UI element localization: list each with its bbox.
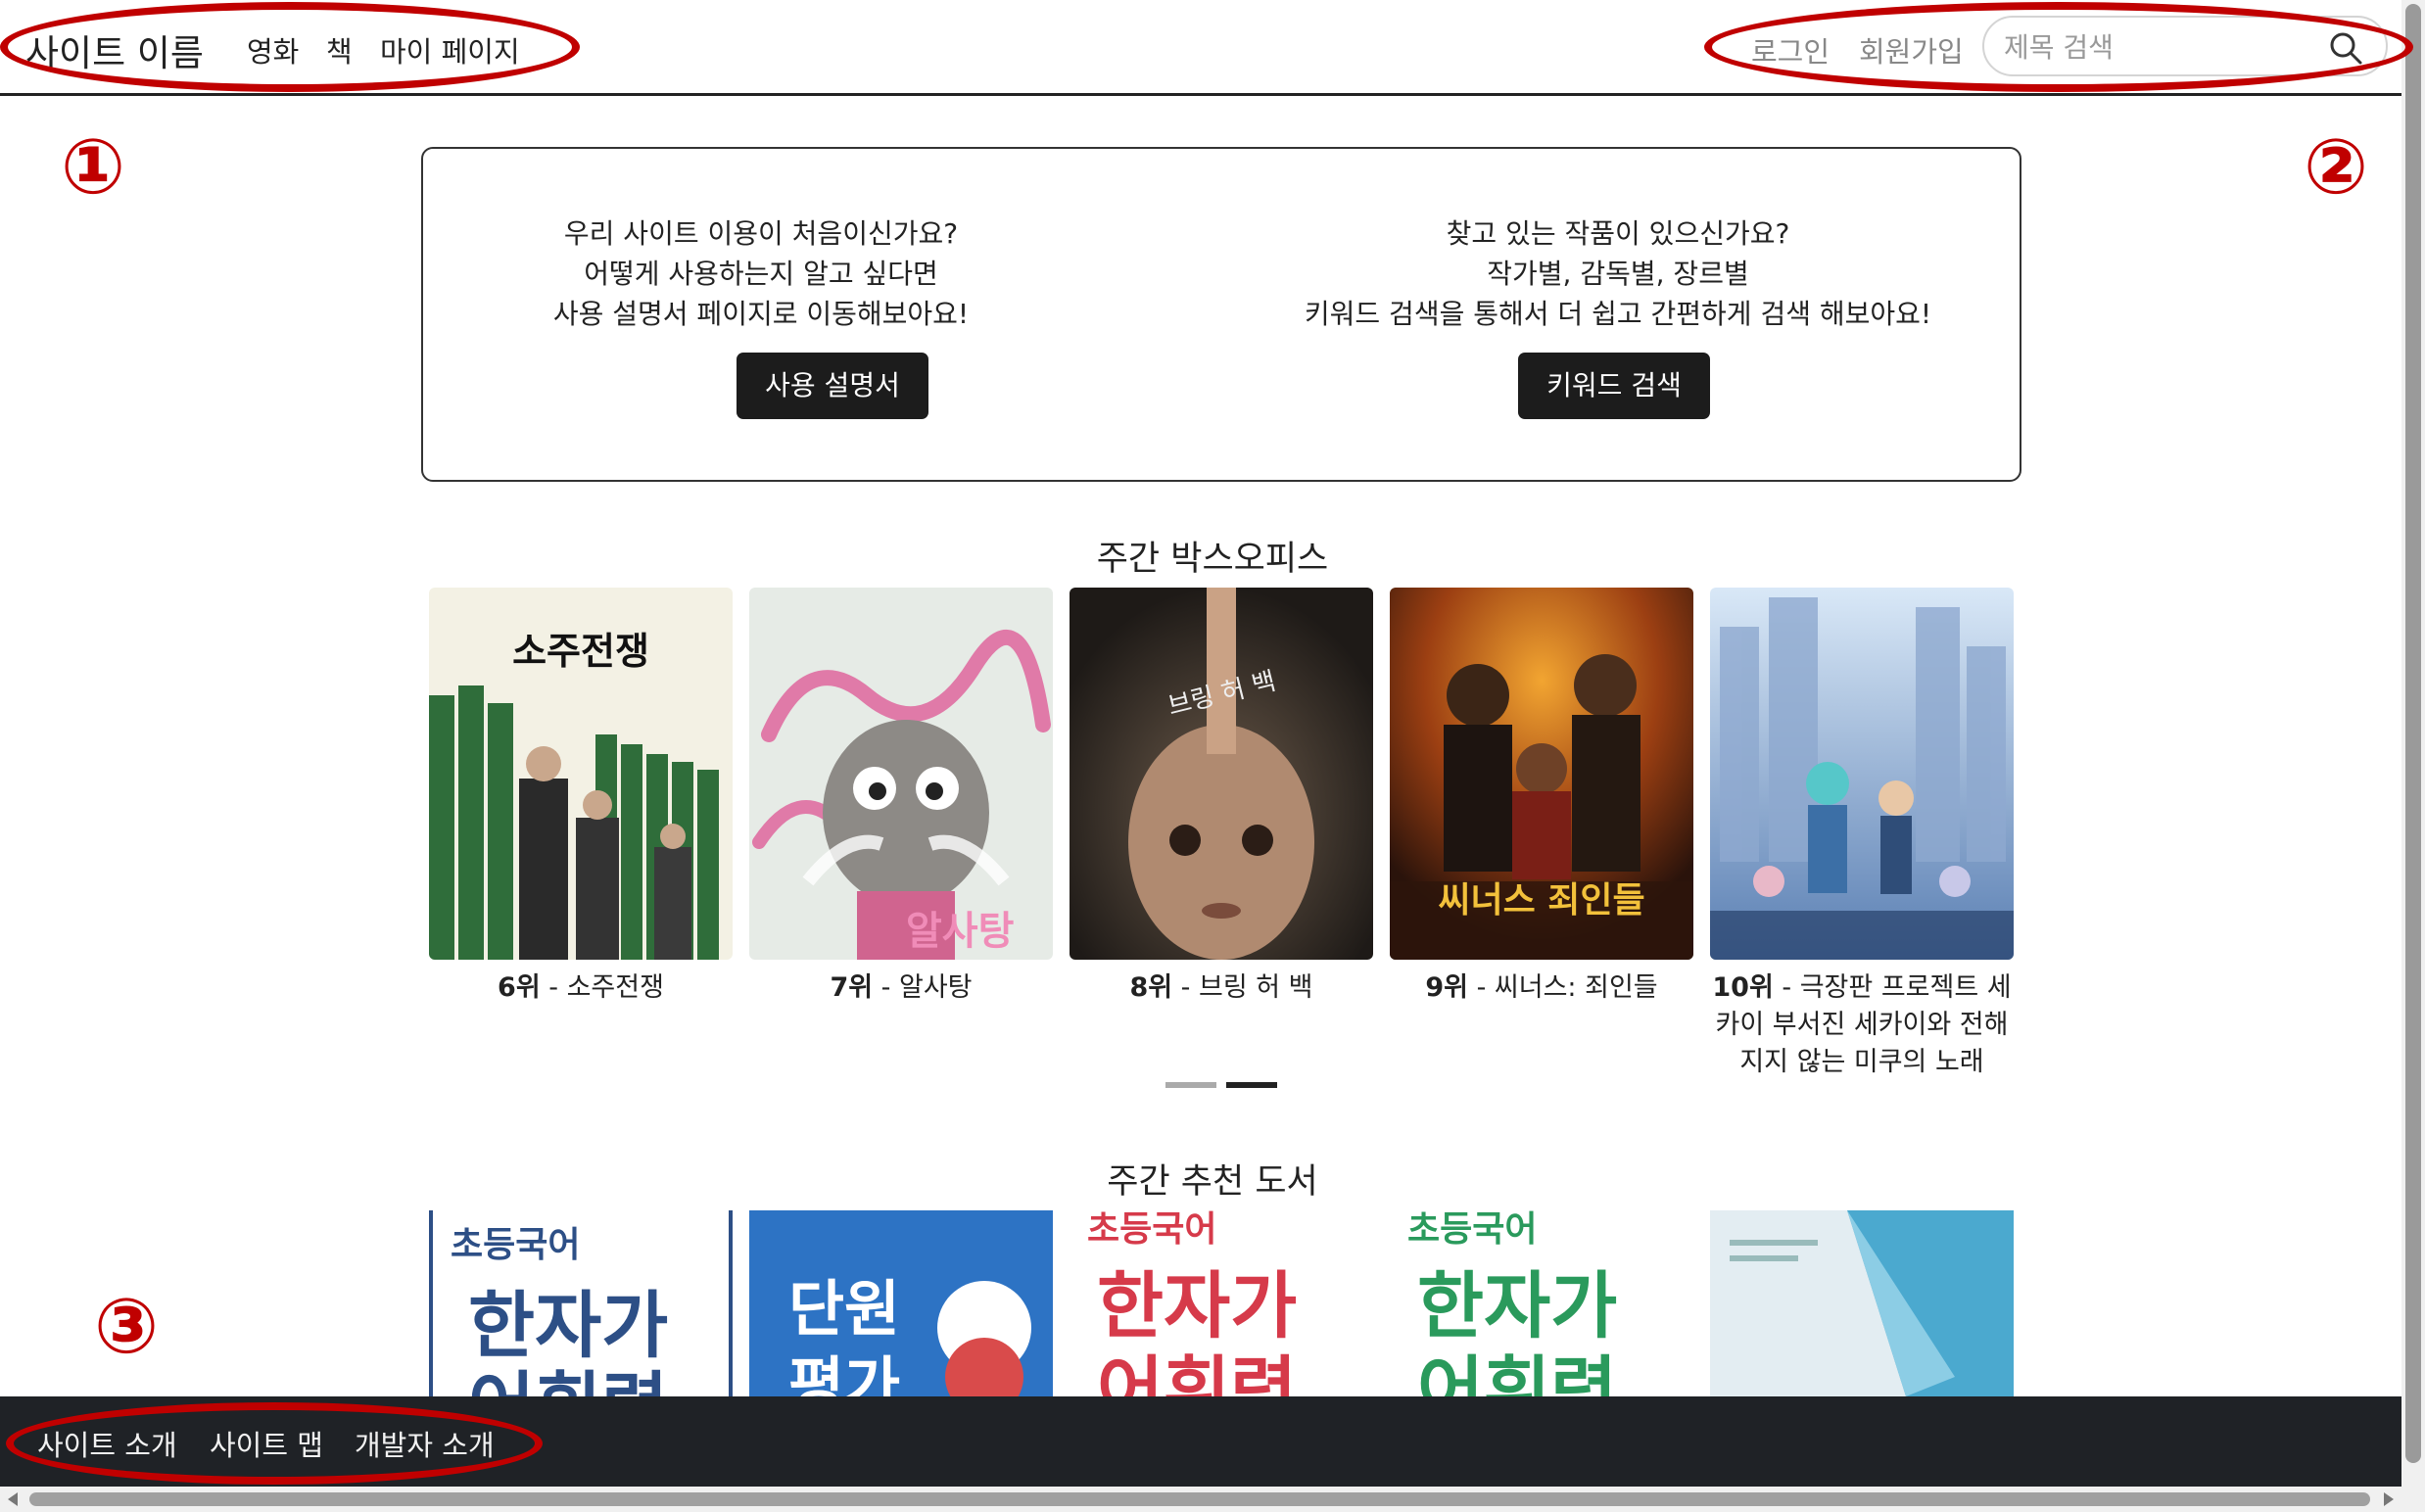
book-illustration (937, 1281, 1031, 1396)
nav-book[interactable]: 책 (326, 29, 353, 71)
keyword-search-button[interactable]: 키워드 검색 (1518, 353, 1710, 419)
movie-caption: 6위 - 소주전쟁 (498, 972, 664, 1003)
movie-poster[interactable]: 씨너스 죄인들 (1390, 588, 1693, 960)
scroll-left-icon[interactable] (8, 1492, 18, 1506)
movie-poster[interactable] (1710, 588, 2014, 960)
footer-about-link[interactable]: 사이트 소개 (37, 1423, 177, 1464)
book-cover[interactable]: 초등국어 한자가 어휘력 (1390, 1210, 1693, 1396)
movie-caption: 10위 - 극장판 프로젝트 세카이 부서진 세카이와 전해지지 않는 미쿠의 … (1712, 972, 2012, 1077)
top-navbar: 사이트 이름 영화 책 마이 페이지 로그인 회원가입 (0, 0, 2401, 96)
intro-search-text: 찾고 있는 작품이 있으신가요? 작가별, 감독별, 장르별 키워드 검색을 통… (1304, 217, 1932, 330)
nav-mypage[interactable]: 마이 페이지 (380, 29, 520, 71)
signup-link[interactable]: 회원가입 (1859, 29, 1964, 71)
movie-caption: 7위 - 알사탕 (830, 972, 973, 1003)
poster-title-text: 소주전쟁 (512, 630, 649, 673)
nav-movie[interactable]: 영화 (247, 29, 299, 71)
search-box (1982, 16, 2388, 76)
movie-poster[interactable]: 브링 허 백 (1070, 588, 1373, 960)
book-cover[interactable] (1710, 1210, 2014, 1396)
horizontal-scrollbar[interactable] (0, 1487, 2401, 1512)
login-link[interactable]: 로그인 (1751, 29, 1830, 71)
annotation-number-2: ② (2304, 123, 2369, 212)
horizontal-scroll-thumb[interactable] (29, 1492, 2370, 1506)
movie-caption: 8위 - 브링 허 백 (1129, 972, 1313, 1003)
annotation-number-3: ③ (94, 1283, 160, 1371)
movie-caption: 9위 - 씨너스: 죄인들 (1425, 972, 1658, 1003)
box-office-title: 주간 박스오피스 (1096, 540, 1329, 579)
vertical-scroll-thumb[interactable] (2405, 4, 2421, 1463)
scroll-right-icon[interactable] (2384, 1492, 2394, 1506)
search-input[interactable] (2004, 27, 2317, 67)
intro-guide-text: 우리 사이트 이용이 처음이신가요? 어떻게 사용하는지 알고 싶다면 사용 설… (552, 217, 970, 330)
movie-poster[interactable]: 소주전쟁 (429, 588, 733, 960)
book-illustration (1730, 1210, 2014, 1396)
manual-button[interactable]: 사용 설명서 (737, 353, 928, 419)
books-title: 주간 추천 도서 (1107, 1162, 1318, 1202)
book-cover[interactable]: 초등국어 한자가 어휘력 (429, 1210, 733, 1396)
book-cover[interactable]: 초등국어 한자가 어휘력 (1070, 1210, 1373, 1396)
footer-developer-link[interactable]: 개발자 소개 (355, 1423, 495, 1464)
movie-poster[interactable]: 알사탕 (749, 588, 1053, 960)
search-icon[interactable] (2327, 29, 2364, 67)
carousel-indicator-1[interactable] (1165, 1082, 1216, 1088)
footer-sitemap-link[interactable]: 사이트 맵 (210, 1423, 323, 1464)
poster-title-text: 씨너스 죄인들 (1438, 880, 1645, 921)
annotation-number-1: ① (61, 123, 126, 212)
vertical-scrollbar[interactable] (2401, 0, 2425, 1512)
brand-link[interactable]: 사이트 이름 (25, 24, 204, 76)
footer: 사이트 소개 사이트 맵 개발자 소개 (0, 1396, 2401, 1487)
book-cover[interactable]: 단원 평가 (749, 1210, 1053, 1396)
poster-title-text: 알사탕 (906, 909, 1015, 954)
intro-box: 우리 사이트 이용이 처음이신가요? 어떻게 사용하는지 알고 싶다면 사용 설… (421, 147, 2021, 482)
carousel-indicator-2[interactable] (1226, 1082, 1277, 1088)
